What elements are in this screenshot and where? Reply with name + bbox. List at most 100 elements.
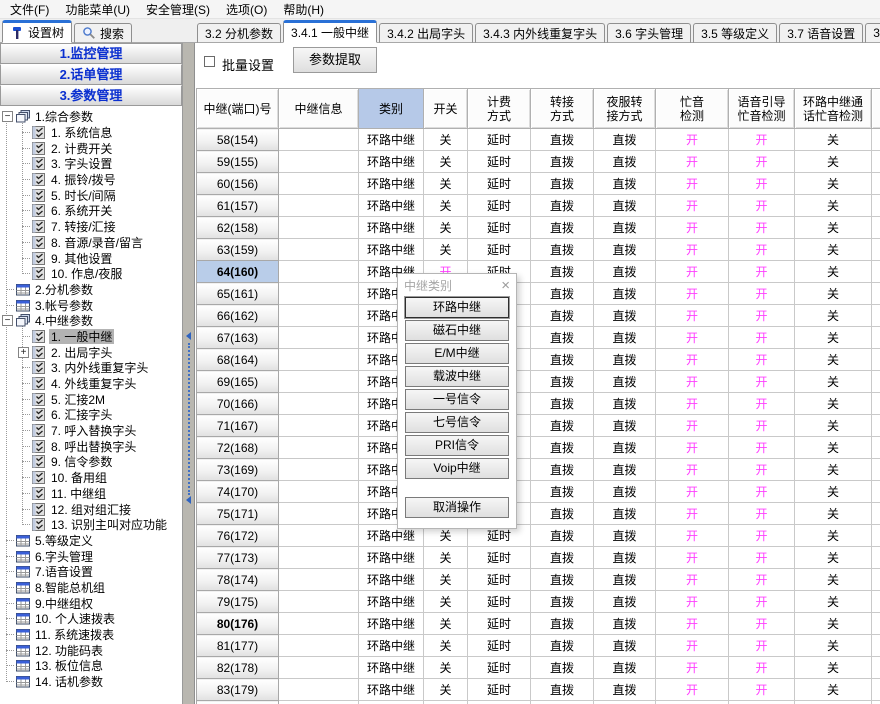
- cell-bill[interactable]: 延时: [468, 239, 531, 261]
- extract-params-button[interactable]: 参数提取: [293, 47, 377, 73]
- row-header-cell[interactable]: 78(174): [197, 569, 279, 591]
- cell-xfer[interactable]: 直拨: [531, 657, 594, 679]
- cell-night[interactable]: 直拨: [594, 151, 656, 173]
- cell-night[interactable]: 直拨: [594, 217, 656, 239]
- row-header-cell[interactable]: 84(180): [197, 701, 279, 704]
- cell-guide[interactable]: 开: [729, 657, 795, 679]
- tree-item[interactable]: 13. 板位信息: [6, 658, 182, 674]
- cell-loop[interactable]: 关: [795, 459, 872, 481]
- cell-night[interactable]: 直拨: [594, 195, 656, 217]
- splitter-collapse-arrow-icon[interactable]: [186, 496, 191, 504]
- cell-pad[interactable]: [872, 613, 880, 635]
- row-header-cell[interactable]: 75(171): [197, 503, 279, 525]
- cell-loop[interactable]: 关: [795, 525, 872, 547]
- cell-busy[interactable]: 开: [656, 437, 729, 459]
- column-header-guide[interactable]: 语音引导 忙音检测: [729, 89, 795, 129]
- cell-guide[interactable]: 开: [729, 151, 795, 173]
- cell-guide[interactable]: 开: [729, 701, 795, 704]
- column-header-loop[interactable]: 环路中继通 话忙音检测: [795, 89, 872, 129]
- cell-xfer[interactable]: 直拨: [531, 459, 594, 481]
- cell-busy[interactable]: 开: [656, 591, 729, 613]
- cell-pad[interactable]: [872, 239, 880, 261]
- cell-loop[interactable]: 关: [795, 569, 872, 591]
- row-header-cell[interactable]: 74(170): [197, 481, 279, 503]
- cell-pad[interactable]: [872, 261, 880, 283]
- cell-pad[interactable]: [872, 525, 880, 547]
- sidebar-section-button[interactable]: 3.参数管理: [0, 85, 182, 106]
- cell-night[interactable]: 直拨: [594, 173, 656, 195]
- tree-item[interactable]: 3.帐号参数: [6, 297, 182, 313]
- cell-bill[interactable]: 延时: [468, 195, 531, 217]
- cell-busy[interactable]: 开: [656, 371, 729, 393]
- row-header-cell[interactable]: 63(159): [197, 239, 279, 261]
- cell-loop[interactable]: 关: [795, 151, 872, 173]
- cell-loop[interactable]: 关: [795, 415, 872, 437]
- tree-item[interactable]: −1.综合参数: [2, 109, 182, 125]
- cell-night[interactable]: 直拨: [594, 635, 656, 657]
- cell-busy[interactable]: 开: [656, 283, 729, 305]
- cell-busy[interactable]: 开: [656, 657, 729, 679]
- cell-pad[interactable]: [872, 283, 880, 305]
- cell-pad[interactable]: [872, 305, 880, 327]
- cell-busy[interactable]: 开: [656, 481, 729, 503]
- row-header-cell[interactable]: 73(169): [197, 459, 279, 481]
- tree-item[interactable]: 11. 系统速拨表: [6, 627, 182, 643]
- tree-item[interactable]: 6. 汇接字头: [22, 407, 182, 423]
- tree-item[interactable]: 4. 外线重复字头: [22, 376, 182, 392]
- cell-pad[interactable]: [872, 481, 880, 503]
- tab-item[interactable]: 3.5 等级定义: [693, 23, 777, 43]
- cell-type[interactable]: 环路中继: [359, 613, 424, 635]
- cell-sw[interactable]: 关: [424, 679, 468, 701]
- cell-sw[interactable]: 关: [424, 635, 468, 657]
- popup-option-button[interactable]: 一号信令: [405, 389, 509, 410]
- sidebar-section-button[interactable]: 1.监控管理: [0, 43, 182, 64]
- cell-sw[interactable]: 关: [424, 129, 468, 151]
- cell-pad[interactable]: [872, 393, 880, 415]
- row-header-cell[interactable]: 64(160): [197, 261, 279, 283]
- cell-xfer[interactable]: 直拨: [531, 283, 594, 305]
- popup-option-button[interactable]: 磁石中继: [405, 320, 509, 341]
- cell-night[interactable]: 直拨: [594, 503, 656, 525]
- cell-type[interactable]: 环路中继: [359, 151, 424, 173]
- cell-xfer[interactable]: 直拨: [531, 151, 594, 173]
- tree-item[interactable]: 8.智能总机组: [6, 580, 182, 596]
- cell-night[interactable]: 直拨: [594, 525, 656, 547]
- cell-sw[interactable]: 关: [424, 701, 468, 704]
- tree-item[interactable]: 7. 转接/汇接: [22, 219, 182, 235]
- tree-item[interactable]: 3. 内外线重复字头: [22, 360, 182, 376]
- row-header-cell[interactable]: 67(163): [197, 327, 279, 349]
- cell-loop[interactable]: 关: [795, 393, 872, 415]
- cell-type[interactable]: 环路中继: [359, 679, 424, 701]
- cell-loop[interactable]: 关: [795, 371, 872, 393]
- tree-item[interactable]: 5.等级定义: [6, 533, 182, 549]
- cell-bill[interactable]: 延时: [468, 129, 531, 151]
- tree-item[interactable]: 1. 系统信息: [22, 125, 182, 141]
- tree-item[interactable]: 1. 一般中继: [22, 329, 182, 345]
- tab-settings-tree[interactable]: 设置树: [2, 20, 72, 43]
- cell-bill[interactable]: 延时: [468, 613, 531, 635]
- cell-busy[interactable]: 开: [656, 151, 729, 173]
- cell-night[interactable]: 直拨: [594, 569, 656, 591]
- cell-type[interactable]: 环路中继: [359, 657, 424, 679]
- column-header-bill[interactable]: 计费 方式: [468, 89, 531, 129]
- cell-loop[interactable]: 关: [795, 547, 872, 569]
- cell-info[interactable]: [279, 481, 359, 503]
- cell-info[interactable]: [279, 591, 359, 613]
- cell-night[interactable]: 直拨: [594, 371, 656, 393]
- cell-guide[interactable]: 开: [729, 437, 795, 459]
- cell-guide[interactable]: 开: [729, 129, 795, 151]
- column-header-pad[interactable]: [872, 89, 880, 129]
- cell-busy[interactable]: 开: [656, 239, 729, 261]
- cell-busy[interactable]: 开: [656, 503, 729, 525]
- cell-night[interactable]: 直拨: [594, 261, 656, 283]
- cell-xfer[interactable]: 直拨: [531, 701, 594, 704]
- tree-item[interactable]: 4. 振铃/拨号: [22, 172, 182, 188]
- cell-type[interactable]: 环路中继: [359, 195, 424, 217]
- panel-splitter[interactable]: [183, 43, 195, 704]
- cell-info[interactable]: [279, 635, 359, 657]
- tree-item[interactable]: 9. 信令参数: [22, 454, 182, 470]
- cell-bill[interactable]: 延时: [468, 657, 531, 679]
- cell-guide[interactable]: 开: [729, 613, 795, 635]
- cell-pad[interactable]: [872, 195, 880, 217]
- cell-pad[interactable]: [872, 349, 880, 371]
